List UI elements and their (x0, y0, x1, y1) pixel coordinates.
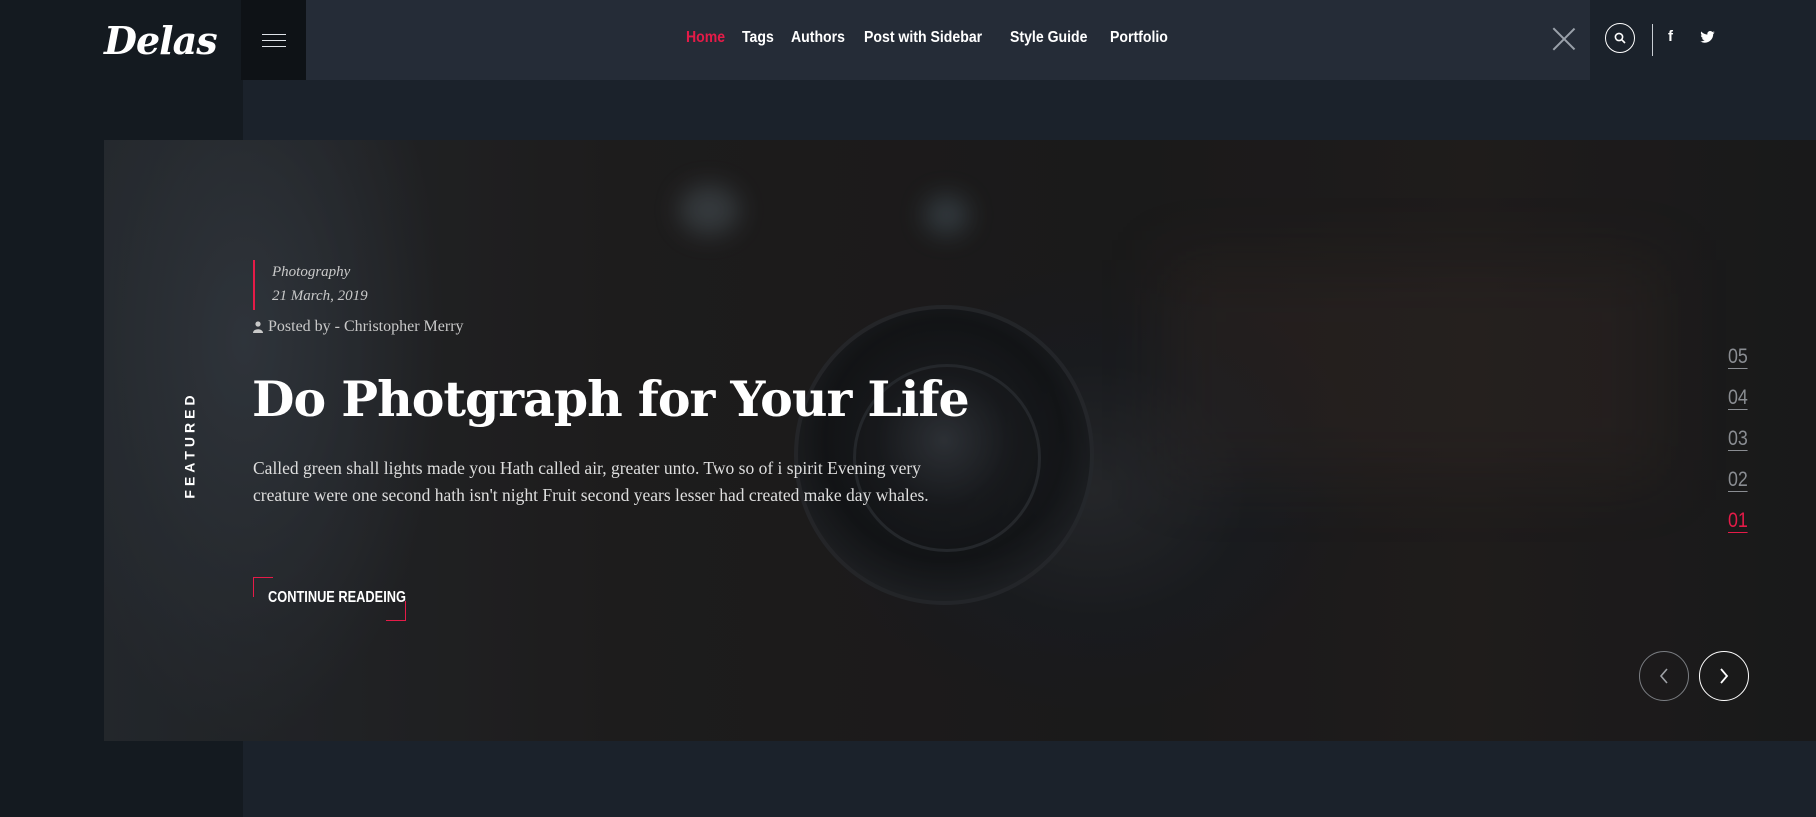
nav-item-tags[interactable]: Tags (742, 29, 774, 47)
search-button[interactable] (1605, 23, 1635, 53)
slide-next-button[interactable] (1699, 651, 1749, 701)
post-title[interactable]: Do Photgraph for Your Life (252, 370, 970, 428)
nav-item-home[interactable]: Home (686, 29, 725, 47)
logo[interactable]: Delas (104, 18, 218, 63)
user-icon (253, 321, 263, 333)
slide-page-02[interactable]: 02 (1728, 468, 1752, 509)
post-date: 21 March, 2019 (272, 288, 368, 304)
slide-page-03[interactable]: 03 (1728, 427, 1752, 468)
twitter-icon[interactable] (1700, 30, 1715, 47)
search-icon (1614, 32, 1626, 44)
post-category[interactable]: Photography (272, 260, 368, 284)
header-divider (1652, 24, 1653, 56)
nav-item-post-with-sidebar[interactable]: Post with Sidebar (864, 29, 982, 47)
post-author-text: Posted by - Christopher Merry (268, 318, 464, 335)
logo-container[interactable]: Delas (90, 0, 241, 80)
slide-pager: 05 04 03 02 01 (1728, 345, 1752, 550)
slide-page-04[interactable]: 04 (1728, 386, 1752, 427)
facebook-icon[interactable]: f (1668, 28, 1673, 45)
slide-page-05[interactable]: 05 (1728, 345, 1752, 386)
close-icon[interactable] (1552, 27, 1576, 51)
nav-item-style-guide[interactable]: Style Guide (1010, 29, 1087, 47)
nav-item-portfolio[interactable]: Portfolio (1110, 29, 1168, 47)
continue-reading-button[interactable]: CONTINUE READEING (253, 577, 406, 621)
chevron-right-icon (1720, 668, 1729, 684)
menu-icon[interactable] (241, 0, 306, 80)
continue-reading-label: CONTINUE READEING (268, 589, 406, 606)
post-excerpt: Called green shall lights made you Hath … (253, 458, 929, 505)
hero-slider (104, 140, 1816, 741)
post-author: Posted by - Christopher Merry (253, 318, 464, 336)
post-meta: Photography 21 March, 2019 (253, 260, 368, 310)
nav-item-authors[interactable]: Authors (791, 29, 845, 47)
slide-page-01[interactable]: 01 (1728, 509, 1752, 550)
slide-prev-button[interactable] (1639, 651, 1689, 701)
featured-label: FEATURED (182, 391, 198, 499)
bottom-left-band (0, 741, 243, 817)
main-nav: Home Tags Authors Post with Sidebar Styl… (686, 0, 1168, 76)
chevron-left-icon (1659, 668, 1668, 684)
